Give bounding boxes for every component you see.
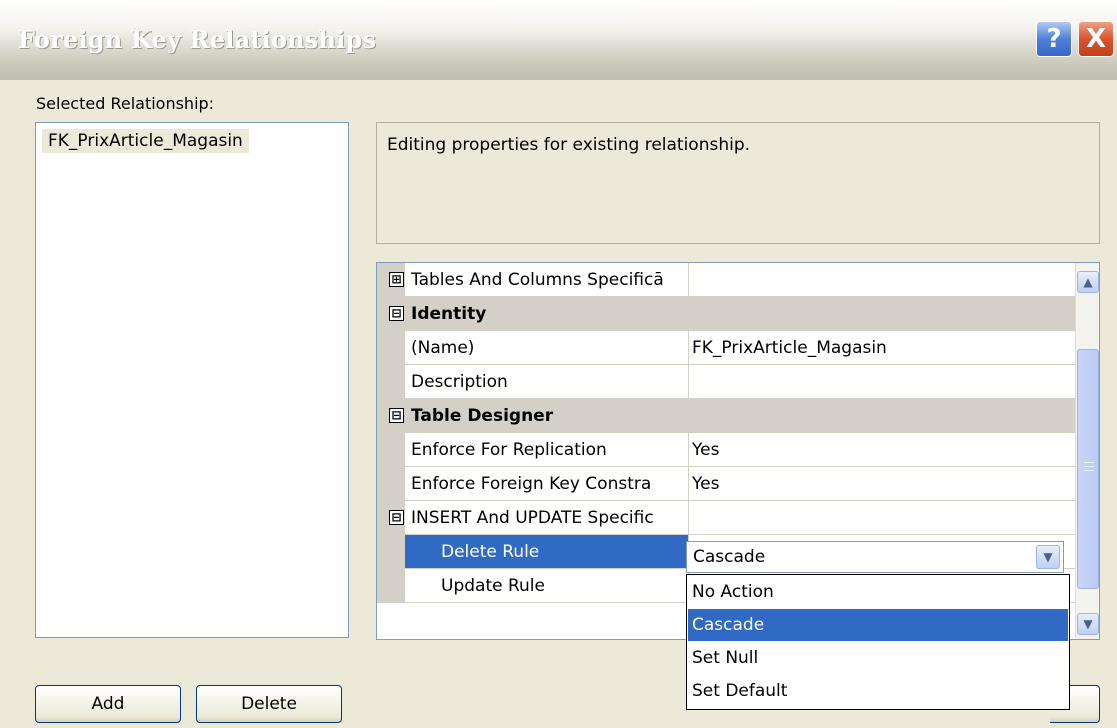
scroll-thumb[interactable] — [1077, 349, 1099, 589]
property-name: Update Rule — [441, 576, 545, 596]
column-divider — [688, 433, 689, 467]
property-value[interactable]: Yes — [692, 433, 1077, 467]
property-value[interactable] — [692, 365, 1077, 399]
grip-line — [1084, 466, 1094, 467]
chevron-up-icon: ▲ — [1083, 275, 1093, 289]
relationship-list-item[interactable]: FK_PrixArticle_Magasin — [42, 129, 249, 153]
collapse-icon[interactable]: ⊟ — [389, 510, 404, 525]
property-name: Description — [411, 372, 508, 392]
dropdown-option-set-default[interactable]: Set Default — [688, 675, 1068, 707]
collapse-icon[interactable]: ⊟ — [389, 306, 404, 321]
expand-icon[interactable]: ⊞ — [389, 272, 404, 287]
category-identity[interactable]: ⊟ Identity — [377, 297, 1077, 331]
help-button[interactable]: ? — [1036, 21, 1072, 57]
close-button[interactable]: X — [1078, 21, 1114, 57]
foreign-key-dialog: Foreign Key Relationships ? X Selected R… — [0, 0, 1117, 728]
property-name: INSERT And UPDATE Specific — [411, 508, 654, 528]
scroll-up-button[interactable]: ▲ — [1077, 271, 1099, 293]
property-value[interactable] — [692, 263, 1077, 297]
property-name: Tables And Columns Specificā — [411, 270, 664, 290]
chevron-down-icon: ▼ — [1083, 617, 1093, 631]
property-row-enforce-replication[interactable]: Enforce For Replication Yes — [377, 433, 1077, 467]
column-divider — [688, 467, 689, 501]
delete-button[interactable]: Delete — [196, 685, 342, 723]
delete-rule-combo[interactable]: Cascade ▼ — [686, 541, 1064, 573]
relationship-description: Editing properties for existing relation… — [376, 122, 1100, 244]
grip-line — [1084, 470, 1094, 471]
property-name: (Name) — [411, 338, 475, 358]
category-label: Table Designer — [411, 406, 554, 426]
row-gutter — [377, 535, 405, 569]
title-bar: Foreign Key Relationships ? X — [0, 0, 1117, 80]
row-gutter — [377, 467, 405, 501]
relationship-list[interactable]: FK_PrixArticle_Magasin — [35, 122, 349, 638]
property-row-tables-columns[interactable]: ⊞ Tables And Columns Specificā — [377, 263, 1077, 297]
property-row-insert-update-spec[interactable]: ⊟ INSERT And UPDATE Specific — [377, 501, 1077, 535]
dropdown-option-cascade[interactable]: Cascade — [688, 609, 1068, 641]
property-name: Delete Rule — [405, 535, 688, 569]
property-name: Enforce Foreign Key Constra — [411, 474, 652, 494]
column-divider — [688, 331, 689, 365]
combo-dropdown-button[interactable]: ▼ — [1036, 545, 1060, 569]
delete-rule-dropdown-list[interactable]: No Action Cascade Set Null Set Default — [686, 574, 1070, 710]
grip-line — [1084, 462, 1094, 463]
property-name: Enforce For Replication — [411, 440, 607, 460]
combo-selected-value: Cascade — [693, 547, 766, 567]
property-grid-scrollbar[interactable]: ▲ ▼ — [1075, 263, 1099, 639]
dropdown-option-no-action[interactable]: No Action — [688, 576, 1068, 608]
row-gutter — [377, 569, 405, 603]
add-button[interactable]: Add — [35, 685, 181, 723]
property-row-description[interactable]: Description — [377, 365, 1077, 399]
chevron-down-icon: ▼ — [1043, 550, 1053, 564]
property-row-enforce-fk-constraint[interactable]: Enforce Foreign Key Constra Yes — [377, 467, 1077, 501]
collapse-icon[interactable]: ⊟ — [389, 408, 404, 423]
property-value[interactable]: Yes — [692, 467, 1077, 501]
dialog-title: Foreign Key Relationships — [18, 25, 377, 54]
category-label: Identity — [411, 304, 487, 324]
column-divider — [688, 365, 689, 399]
row-gutter — [377, 365, 405, 399]
column-divider — [688, 501, 689, 535]
property-value[interactable] — [692, 501, 1077, 535]
close-icon: X — [1085, 24, 1107, 54]
scroll-down-button[interactable]: ▼ — [1077, 613, 1099, 635]
help-icon: ? — [1046, 24, 1062, 54]
property-row-name[interactable]: (Name) FK_PrixArticle_Magasin — [377, 331, 1077, 365]
dropdown-option-set-null[interactable]: Set Null — [688, 642, 1068, 674]
column-divider — [688, 263, 689, 297]
row-gutter — [377, 331, 405, 365]
property-value[interactable]: FK_PrixArticle_Magasin — [692, 331, 1077, 365]
row-gutter — [377, 433, 405, 467]
category-table-designer[interactable]: ⊟ Table Designer — [377, 399, 1077, 433]
selected-relationship-label: Selected Relationship: — [36, 94, 215, 113]
